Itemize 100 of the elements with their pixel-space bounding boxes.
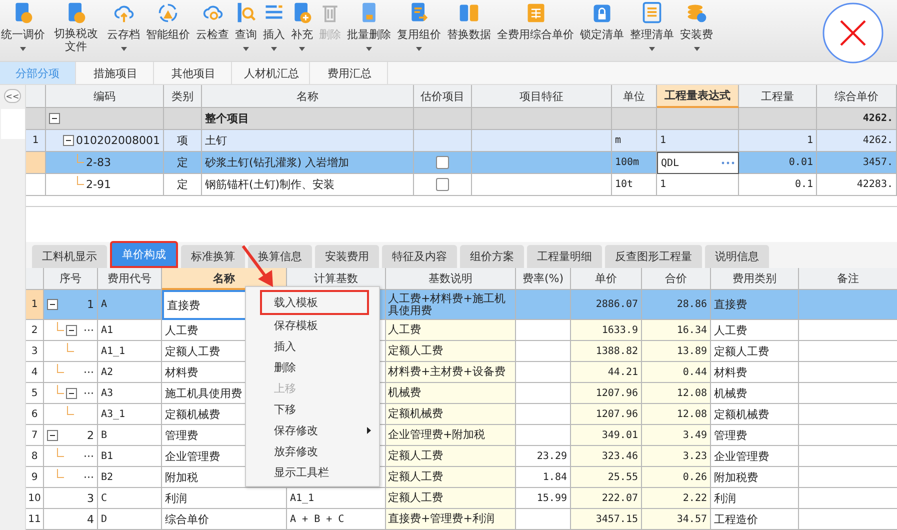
- table-cell: 定额机械费: [386, 404, 516, 425]
- collapse-button[interactable]: <<: [4, 89, 21, 103]
- caret-icon[interactable]: [271, 47, 277, 51]
- caret-icon[interactable]: [694, 47, 700, 51]
- toolbar-button[interactable]: 锁定清单: [579, 26, 625, 43]
- tab[interactable]: 标准换算: [181, 245, 245, 268]
- search-icon: [235, 2, 257, 24]
- table-cell: 利润: [711, 488, 799, 509]
- tree-line: [57, 322, 64, 330]
- row-number: 3: [26, 341, 44, 362]
- table-cell: 2.22: [642, 488, 711, 509]
- tree-line: [57, 448, 64, 456]
- toolbar-button[interactable]: 统一调价: [0, 26, 46, 43]
- row-number: 4: [26, 362, 44, 383]
- tab[interactable]: 反查图形工程量: [605, 245, 702, 268]
- table-cell: 材料费: [711, 362, 799, 383]
- tab[interactable]: 工程量明细: [527, 245, 602, 268]
- coins-icon: [686, 2, 708, 24]
- tab[interactable]: 换算信息: [248, 245, 312, 268]
- table-cell: 企业管理费: [711, 446, 799, 467]
- sequence-text: 1: [87, 298, 94, 311]
- caret-icon[interactable]: [366, 47, 372, 51]
- code-text: 010202008001: [76, 134, 160, 147]
- collapse-icon[interactable]: [47, 299, 58, 310]
- table-cell: A1_1: [98, 341, 162, 362]
- caret-icon[interactable]: [20, 47, 26, 51]
- table-cell: 1388.82: [571, 341, 642, 362]
- table-cell: 0.44: [642, 362, 711, 383]
- table-cell: 44.21: [571, 362, 642, 383]
- table-cell: 综合单价: [162, 509, 287, 530]
- toolbar-button[interactable]: 切换税改文件: [50, 26, 102, 54]
- table-cell: 1207.96: [571, 404, 642, 425]
- table-cell: 13.89: [642, 341, 711, 362]
- row-number: 1: [26, 290, 44, 320]
- table-cell: B1: [98, 446, 162, 467]
- tree-line: [77, 176, 84, 185]
- toolbar-button[interactable]: 批量删除: [346, 26, 392, 43]
- toolbar-button[interactable]: 智能组价: [145, 26, 191, 43]
- row-number: 6: [26, 404, 44, 425]
- toolbar-button[interactable]: 复用组价: [396, 26, 442, 43]
- table-cell: 附加税费: [711, 467, 799, 488]
- table-cell: D: [98, 509, 162, 530]
- collapse-icon[interactable]: [66, 324, 77, 336]
- caret-icon[interactable]: [649, 47, 655, 51]
- table-cell: 42283.: [817, 174, 897, 196]
- toolbar-button[interactable]: 安装费: [679, 26, 714, 43]
- table-cell: 3457.15: [571, 509, 642, 530]
- tab[interactable]: 安装费用: [315, 245, 379, 268]
- collapse-icon[interactable]: [66, 388, 77, 398]
- caret-icon[interactable]: [299, 47, 305, 51]
- row-number: 8: [26, 446, 44, 467]
- tab[interactable]: 工料机显示: [32, 245, 107, 268]
- toolbar-button[interactable]: 云检查: [195, 26, 230, 43]
- toolbar-button[interactable]: 替换数据: [446, 26, 492, 43]
- tab[interactable]: 说明信息: [705, 245, 769, 268]
- table-cell: 直接费+管理费+利润: [386, 509, 516, 530]
- table-cell: 10t: [612, 174, 657, 196]
- toolbar-button[interactable]: 全费用综合单价: [496, 26, 575, 43]
- sequence-text: ···: [84, 386, 94, 400]
- caret-icon[interactable]: [416, 47, 422, 51]
- more-icon[interactable]: [721, 161, 735, 165]
- collapse-icon[interactable]: [49, 113, 60, 124]
- close-button[interactable]: [822, 2, 884, 64]
- table-cell: 222.07: [571, 488, 642, 509]
- sequence-text: ···: [84, 324, 94, 336]
- sequence-text: 3: [87, 492, 94, 504]
- checkbox[interactable]: [436, 156, 449, 169]
- table-cell: 0.1: [739, 174, 817, 196]
- table-cell: 1633.9: [571, 320, 642, 341]
- checkbox[interactable]: [436, 178, 449, 191]
- caret-icon[interactable]: [243, 47, 249, 51]
- tab[interactable]: 组价方案: [460, 245, 524, 268]
- row-number: 2: [26, 320, 44, 341]
- table-cell: B: [98, 425, 162, 446]
- tree-line: [57, 364, 64, 372]
- tree-line: [67, 342, 74, 352]
- table-cell: B2: [98, 467, 162, 488]
- expression-field[interactable]: QDL: [657, 152, 739, 174]
- collapse-icon[interactable]: [63, 135, 74, 146]
- table-cell: 直接费: [711, 290, 799, 320]
- table-cell: 人工费: [386, 320, 516, 341]
- table-cell: 25.55: [571, 467, 642, 488]
- table-cell: 定: [164, 174, 202, 196]
- collapse-icon[interactable]: [47, 430, 58, 440]
- table-cell: 34.57: [642, 509, 711, 530]
- tab[interactable]: 特征及内容: [382, 245, 457, 268]
- table-cell: 利润: [162, 488, 287, 509]
- table-cell: 323.46: [571, 446, 642, 467]
- caret-icon[interactable]: [120, 47, 126, 51]
- toolbar-button[interactable]: 补充: [290, 26, 314, 43]
- tree-line: [67, 406, 74, 414]
- menu-item[interactable]: 载入模板: [260, 290, 369, 315]
- column-header: 工程量表达式: [657, 85, 739, 108]
- toolbar-button[interactable]: 插入: [262, 26, 286, 43]
- toolbar-button[interactable]: 查询: [234, 26, 258, 43]
- toolbar-button[interactable]: 云存档: [106, 26, 141, 43]
- code-text: 2-91: [86, 178, 111, 191]
- table-cell: 定额机械费: [711, 404, 799, 425]
- tree-line: [57, 384, 64, 394]
- toolbar-button[interactable]: 整理清单: [629, 26, 675, 43]
